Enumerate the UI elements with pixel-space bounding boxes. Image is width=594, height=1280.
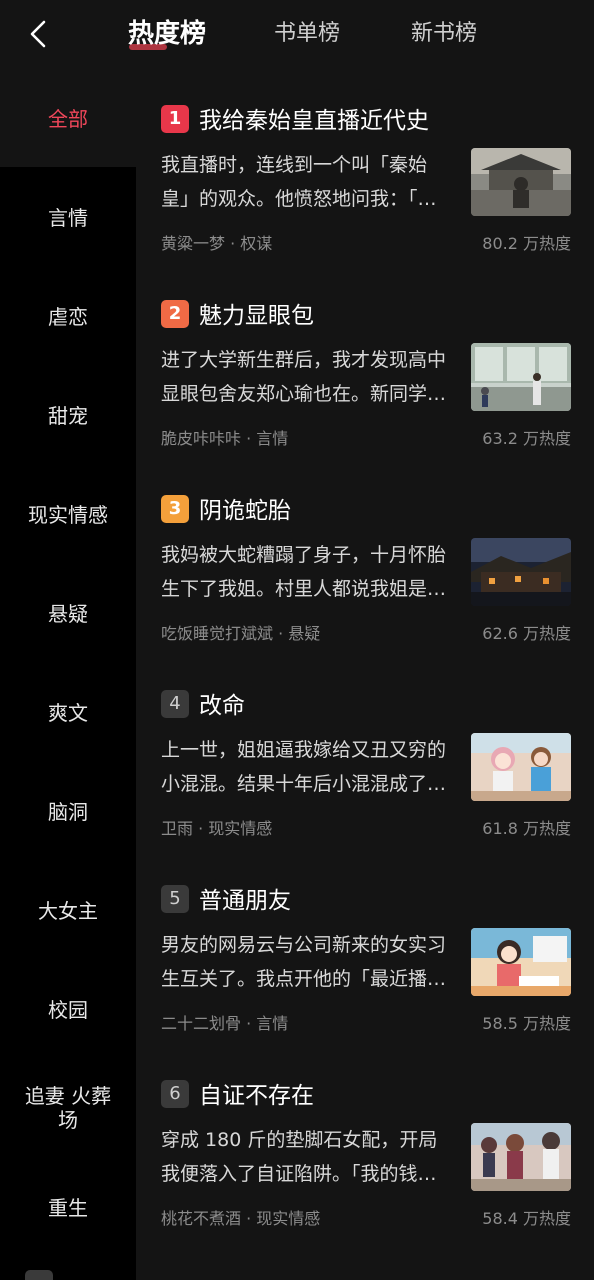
book-description: 上一世，姐姐逼我嫁给又丑又穷的小混混。结果十年后小混混成了… <box>161 739 447 795</box>
book-title: 魅力显眼包 <box>199 303 314 329</box>
book-author-genre: 吃饭睡觉打斌斌 · 悬疑 <box>161 624 321 643</box>
back-button[interactable] <box>18 14 58 54</box>
book-description: 我妈被大蛇糟蹋了身子，十月怀胎生下了我姐。村里人都说我姐是… <box>161 544 447 600</box>
rank-badge: 1 <box>161 105 189 133</box>
book-heat-count: 58.4 万热度 <box>482 1209 571 1228</box>
sidebar-curve <box>0 167 136 187</box>
rank-badge: 6 <box>161 1080 189 1108</box>
book-heat-count: 62.6 万热度 <box>482 624 571 643</box>
book-card[interactable]: 4 改命 上一世，姐姐逼我嫁给又丑又穷的小混混。结果十年后小混混成了… 卫雨 ·… <box>161 655 571 838</box>
book-author-genre: 黄粱一梦 · 权谋 <box>161 234 273 253</box>
book-title: 普通朋友 <box>199 888 291 914</box>
book-description: 穿成 180 斤的垫脚石女配，开局我便落入了自证陷阱。「我的钱… <box>161 1129 438 1185</box>
book-heat-count: 58.5 万热度 <box>482 1014 571 1033</box>
book-title: 我给秦始皇直播近代史 <box>199 108 429 134</box>
sidebar-item-chase-wife[interactable]: 追妻 火葬场 <box>0 1080 136 1136</box>
tab-new-book-ranking[interactable]: 新书榜 <box>411 14 477 54</box>
book-heat-count: 80.2 万热度 <box>482 234 571 253</box>
book-author-genre: 脆皮咔咔咔 · 言情 <box>161 429 289 448</box>
rank-badge: 5 <box>161 885 189 913</box>
sidebar-item-rebirth[interactable]: 重生 <box>0 1186 136 1226</box>
book-title: 自证不存在 <box>199 1083 314 1109</box>
chevron-left-icon <box>30 20 46 48</box>
book-card[interactable]: 3 阴诡蛇胎 我妈被大蛇糟蹋了身子，十月怀胎生下了我姐。村里人都说我姐是… 吃饭… <box>161 460 571 643</box>
book-author-genre: 卫雨 · 现实情感 <box>161 819 273 838</box>
rank-badge: 2 <box>161 300 189 328</box>
next-rank-badge-partial <box>25 1270 53 1280</box>
book-card[interactable]: 2 魅力显眼包 进了大学新生群后，我才发现高中显眼包舍友郑心瑜也在。新同学… 脆 <box>161 265 571 448</box>
top-bar: 热度榜 书单榜 新书榜 <box>0 0 594 70</box>
book-title: 阴诡蛇胎 <box>199 498 291 524</box>
book-description: 男友的网易云与公司新来的女实习生互关了。我点开他的「最近播… <box>161 934 447 990</box>
book-cover-image <box>471 1123 571 1191</box>
ranking-page: 热度榜 书单榜 新书榜 全部 言情 虐恋 甜宠 现实情感 悬疑 爽文 脑洞 大女… <box>0 0 594 1280</box>
book-card[interactable]: 5 普通朋友 男友的网易云与公司新来的女实习生互关了。我点开他的「最近播… 二十… <box>161 850 571 1033</box>
sidebar-item-romance[interactable]: 言情 <box>0 196 136 236</box>
sidebar-item-suspense[interactable]: 悬疑 <box>0 592 136 632</box>
book-cover-image <box>471 148 571 216</box>
tab-hot-ranking[interactable]: 热度榜 <box>128 14 206 54</box>
book-cover-image <box>471 538 571 606</box>
book-ranking-list: 1 我给秦始皇直播近代史 我直播时，连线到一个叫「秦始皇」的观众。他愤怒地问我：… <box>136 70 594 1280</box>
rank-badge: 4 <box>161 690 189 718</box>
sidebar-item-satisfying[interactable]: 爽文 <box>0 691 136 731</box>
book-cover-image <box>471 733 571 801</box>
tab-booklist-ranking[interactable]: 书单榜 <box>274 14 340 54</box>
book-heat-count: 61.8 万热度 <box>482 819 571 838</box>
book-author-genre: 桃花不煮酒 · 现实情感 <box>161 1209 321 1228</box>
sidebar-item-all[interactable]: 全部 <box>0 97 136 137</box>
book-heat-count: 63.2 万热度 <box>482 429 571 448</box>
sidebar-item-sweet[interactable]: 甜宠 <box>0 394 136 434</box>
book-card[interactable]: 1 我给秦始皇直播近代史 我直播时，连线到一个叫「秦始皇」的观众。他愤怒地问我：… <box>161 70 571 253</box>
book-cover-image <box>471 928 571 996</box>
book-description: 进了大学新生群后，我才发现高中显眼包舍友郑心瑜也在。新同学… <box>161 349 447 405</box>
rank-badge: 3 <box>161 495 189 523</box>
sidebar-item-angst[interactable]: 虐恋 <box>0 295 136 335</box>
book-cover-image <box>471 343 571 411</box>
sidebar-item-imaginative[interactable]: 脑洞 <box>0 790 136 830</box>
book-title: 改命 <box>199 693 245 719</box>
sidebar-item-realistic[interactable]: 现实情感 <box>0 493 136 533</box>
sidebar-item-campus[interactable]: 校园 <box>0 988 136 1028</box>
book-description: 我直播时，连线到一个叫「秦始皇」的观众。他愤怒地问我：「… <box>161 154 437 210</box>
sidebar-item-heroine[interactable]: 大女主 <box>0 889 136 929</box>
book-card[interactable]: 6 自证不存在 穿成 180 斤的垫脚石女配，开局我便落入了自证陷阱。「我的钱…… <box>161 1045 571 1228</box>
book-author-genre: 二十二划骨 · 言情 <box>161 1014 289 1033</box>
